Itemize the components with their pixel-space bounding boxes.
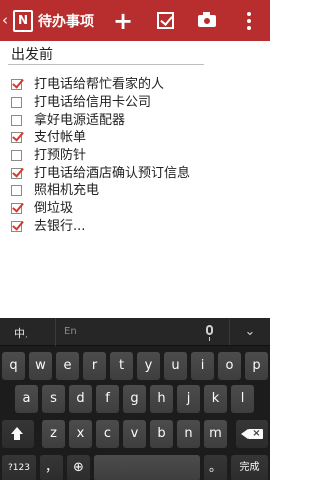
checkbox-icon[interactable]	[152, 0, 178, 41]
backspace-key[interactable]: ×	[236, 420, 268, 448]
app-bar: ‹ 待办事项 +	[0, 0, 270, 41]
checklist-item: 支付帐单	[11, 129, 190, 147]
add-icon[interactable]: +	[110, 0, 136, 41]
checklist-item: 照相机充电	[11, 182, 190, 200]
key-m[interactable]: m	[204, 420, 227, 448]
key-y[interactable]: y	[137, 352, 160, 380]
item-text[interactable]: 打电话给酒店确认预订信息	[34, 166, 190, 181]
key-e[interactable]: e	[56, 352, 79, 380]
item-text[interactable]: 拿好电源适配器	[34, 113, 125, 128]
screen: ‹ 待办事项 + 出发前 打电话给帮忙看家的人 打电话给信用卡公司 拿好电源适配…	[0, 0, 270, 480]
item-text[interactable]: 支付帐单	[34, 130, 86, 145]
checklist-item: 去银行...	[11, 218, 190, 236]
checklist-item: 打预防针	[11, 147, 190, 165]
checklist-item: 打电话给酒店确认预订信息	[11, 164, 190, 182]
item-checkbox[interactable]	[11, 132, 22, 144]
item-checkbox[interactable]	[11, 114, 22, 126]
item-text[interactable]: 打预防针	[34, 148, 86, 163]
key-f[interactable]: f	[96, 385, 119, 413]
key-g[interactable]: g	[123, 385, 146, 413]
checklist-item: 打电话给信用卡公司	[11, 94, 190, 112]
key-l[interactable]: l	[231, 385, 254, 413]
key-h[interactable]: h	[150, 385, 173, 413]
checkbox-icon-glyph	[156, 12, 174, 29]
done-key[interactable]: 完成	[231, 455, 268, 480]
key-c[interactable]: c	[96, 420, 119, 448]
key-j[interactable]: j	[177, 385, 200, 413]
key-k[interactable]: k	[204, 385, 227, 413]
title-divider	[8, 64, 204, 65]
key-b[interactable]: b	[150, 420, 173, 448]
key-q[interactable]: q	[2, 352, 25, 380]
checklist-item: 倒垃圾	[11, 200, 190, 218]
key-s[interactable]: s	[42, 385, 65, 413]
period-key[interactable]: 。	[204, 455, 227, 480]
item-checkbox[interactable]	[11, 150, 22, 162]
more-vert-icon[interactable]	[241, 0, 257, 41]
globe-icon[interactable]: ⊕	[67, 455, 90, 480]
input-mode-toggle[interactable]: 中,	[14, 325, 28, 341]
key-a[interactable]: a	[15, 385, 38, 413]
key-x[interactable]: x	[69, 420, 92, 448]
onenote-app-icon[interactable]	[13, 9, 33, 32]
symbols-key[interactable]: ?123	[2, 455, 36, 480]
key-t[interactable]: t	[110, 352, 133, 380]
key-p[interactable]: p	[245, 352, 268, 380]
chevron-down-icon[interactable]: ⌄	[229, 319, 270, 345]
item-text[interactable]: 照相机充电	[34, 183, 99, 198]
checklist-item: 打电话给帮忙看家的人	[11, 76, 190, 94]
shift-key[interactable]	[2, 420, 34, 448]
item-checkbox[interactable]	[11, 185, 22, 197]
checklist: 打电话给帮忙看家的人 打电话给信用卡公司 拿好电源适配器 支付帐单 打预防针 打…	[11, 76, 190, 235]
item-checkbox[interactable]	[11, 97, 22, 109]
note-title[interactable]: 出发前	[11, 44, 53, 64]
key-v[interactable]: v	[123, 420, 146, 448]
item-text[interactable]: 去银行...	[34, 219, 85, 234]
input-mode-label: 中	[14, 327, 25, 340]
item-checkbox[interactable]	[11, 79, 22, 91]
candidate-bar[interactable]: En	[55, 318, 187, 346]
key-u[interactable]: u	[164, 352, 187, 380]
comma-key[interactable]: ，	[40, 455, 63, 480]
item-text[interactable]: 倒垃圾	[34, 201, 73, 216]
key-r[interactable]: r	[83, 352, 106, 380]
input-mode-sub: ,	[25, 330, 28, 340]
camera-icon-glyph	[198, 11, 216, 27]
checklist-item: 拿好电源适配器	[11, 111, 190, 129]
key-o[interactable]: o	[218, 352, 241, 380]
item-checkbox[interactable]	[11, 203, 22, 215]
item-text[interactable]: 打电话给帮忙看家的人	[34, 77, 164, 92]
item-checkbox[interactable]	[11, 220, 22, 232]
microphone-icon[interactable]	[206, 325, 213, 341]
app-title[interactable]: 待办事项	[38, 11, 110, 31]
key-n[interactable]: n	[177, 420, 200, 448]
item-text[interactable]: 打电话给信用卡公司	[34, 95, 151, 110]
key-d[interactable]: d	[69, 385, 92, 413]
key-i[interactable]: i	[191, 352, 214, 380]
camera-icon[interactable]	[195, 0, 219, 41]
key-w[interactable]: w	[29, 352, 52, 380]
back-icon[interactable]: ‹	[2, 0, 12, 41]
item-checkbox[interactable]	[11, 167, 22, 179]
space-key[interactable]	[94, 455, 200, 480]
key-z[interactable]: z	[42, 420, 65, 448]
